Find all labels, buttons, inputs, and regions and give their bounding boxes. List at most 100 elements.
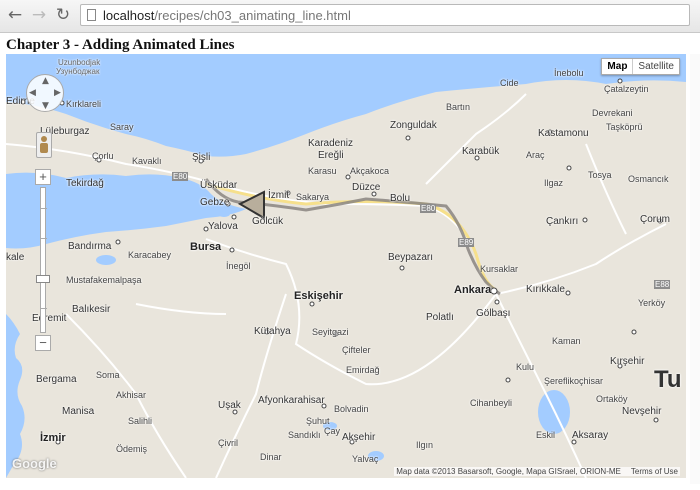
- map-label: Ereğli: [318, 150, 344, 161]
- map-label: Seyitgazi: [312, 327, 349, 337]
- map-label: Nevşehir: [622, 406, 662, 417]
- map-label: Cihanbeyli: [470, 398, 513, 408]
- map-label: Bolvadin: [334, 404, 369, 414]
- zoom-slider-handle[interactable]: [36, 275, 50, 283]
- map-label: Karadeniz: [308, 138, 354, 149]
- map-label: Kulu: [516, 362, 535, 372]
- google-logo[interactable]: Google: [12, 456, 57, 471]
- map-label: Узунбоджак: [56, 67, 100, 76]
- page-icon: [87, 9, 96, 21]
- pan-left-icon[interactable]: ◀: [29, 88, 36, 98]
- map-label: Cide: [500, 78, 519, 88]
- map-label: Şereflikoçhisar: [544, 376, 604, 386]
- map-label: Çorlu: [92, 151, 114, 161]
- page-scrollbar[interactable]: [690, 54, 700, 484]
- map-label: Akşehir: [342, 432, 376, 443]
- zoom-in-button[interactable]: +: [35, 169, 51, 185]
- map-label: Edremit: [32, 313, 67, 324]
- map-label: Aksaray: [572, 430, 609, 441]
- map-label: Çay: [324, 426, 341, 436]
- map-label: Düzce: [352, 182, 381, 193]
- map-label: Bartın: [446, 102, 471, 112]
- map-label: Kaman: [552, 336, 581, 346]
- street-view-pegman-icon[interactable]: [36, 132, 52, 158]
- pan-control[interactable]: ▲ ▼ ◀ ▶: [26, 74, 64, 112]
- back-arrow-icon[interactable]: ←: [6, 6, 24, 24]
- map-label: Kursaklar: [480, 264, 519, 274]
- map-label: Bursa: [190, 241, 222, 253]
- map-label: Bergama: [36, 374, 77, 385]
- map-label: Dinar: [260, 452, 282, 462]
- pan-right-icon[interactable]: ▶: [54, 88, 61, 98]
- map-label: İnegöl: [226, 261, 251, 271]
- map-label: Akhisar: [116, 390, 147, 400]
- forward-arrow-icon[interactable]: →: [30, 6, 48, 24]
- map-label: Ankara: [454, 284, 492, 296]
- map-label: Kırıkkale: [526, 284, 565, 295]
- map-label: Uzunbodjak: [58, 58, 101, 67]
- map-type-map-button[interactable]: Map: [602, 59, 634, 74]
- map-label: Kırşehir: [610, 356, 645, 367]
- map-base-layer: [6, 54, 686, 478]
- map-label: Beypazarı: [388, 252, 434, 263]
- lake-small-3: [218, 211, 230, 217]
- zoom-out-button[interactable]: −: [35, 335, 51, 351]
- road-shield: E89: [458, 238, 475, 247]
- map-label: Şişli: [192, 152, 211, 163]
- map-label: Gölbaşı: [476, 308, 511, 319]
- map-label: Ortaköy: [596, 394, 628, 404]
- map-label: Çatalzeytin: [604, 84, 649, 94]
- map-label: Osmancık: [628, 174, 669, 184]
- map-label: Araç: [526, 150, 545, 160]
- map-label: Bandırma: [68, 241, 112, 252]
- map-label: kale: [6, 252, 25, 263]
- map-label: Taşköprü: [606, 122, 643, 132]
- map-label: Zonguldak: [390, 120, 437, 131]
- map-label: Akçakoca: [350, 166, 390, 176]
- url-text[interactable]: localhost/recipes/ch03_animating_line.ht…: [103, 8, 351, 23]
- map-label: Tekirdağ: [66, 178, 104, 189]
- lake-small-4: [96, 255, 116, 265]
- address-bar[interactable]: localhost/recipes/ch03_animating_line.ht…: [80, 4, 690, 26]
- map-label: İnebolu: [554, 68, 584, 78]
- map-canvas[interactable]: Uzunbodjak Узунбоджак Edirne Kırklareli …: [6, 54, 686, 478]
- map-label: Şuhut: [306, 416, 330, 426]
- browser-toolbar: ← → ↻ localhost/recipes/ch03_animating_l…: [0, 0, 700, 33]
- map-label: Eskil: [536, 430, 556, 440]
- reload-icon[interactable]: ↻: [54, 6, 72, 24]
- map-label: İzmit: [268, 190, 290, 201]
- terms-of-use-link[interactable]: Terms of Use: [631, 467, 678, 476]
- map-label: Tosya: [588, 170, 612, 180]
- map-label: Karabük: [462, 146, 500, 157]
- map-label: Çifteler: [342, 345, 371, 355]
- map-label: Uşak: [218, 400, 241, 411]
- map-label: Mustafakemalpaşa: [66, 275, 142, 285]
- map-label: Karacabey: [128, 250, 172, 260]
- map-label: Afyonkarahisar: [258, 395, 325, 406]
- map-label: Yerköy: [638, 298, 666, 308]
- map-attribution: Map data ©2013 Basarsoft, Google, Mapa G…: [394, 467, 680, 476]
- map-label: Balıkesir: [72, 304, 111, 315]
- pan-down-icon[interactable]: ▼: [42, 101, 49, 111]
- map-label: Kastamonu: [538, 128, 589, 139]
- map-label: Manisa: [62, 406, 95, 417]
- map-label: Gebze: [200, 197, 230, 208]
- zoom-slider-track[interactable]: [40, 187, 47, 333]
- map-label: Çivril: [218, 438, 238, 448]
- map-label: Gölcük: [252, 216, 284, 227]
- map-label: Ilgaz: [544, 178, 564, 188]
- map-label: Salihli: [128, 416, 153, 426]
- pan-up-icon[interactable]: ▲: [42, 76, 49, 86]
- map-label: Kırklareli: [66, 99, 102, 109]
- map-label: Yalvaç: [352, 454, 379, 464]
- map-label: Soma: [96, 370, 120, 380]
- map-label: Sandıklı: [288, 430, 321, 440]
- url-path: /recipes/ch03_animating_line.html: [154, 8, 351, 23]
- map-label: Sakarya: [296, 192, 330, 202]
- map-label: Çankırı: [546, 216, 579, 227]
- map-type-satellite-button[interactable]: Satellite: [633, 59, 679, 74]
- map-label: Emirdağ: [346, 365, 380, 375]
- map-label: İzmir: [40, 432, 66, 444]
- map-label: Karasu: [308, 166, 337, 176]
- road-shield: E80: [420, 204, 437, 213]
